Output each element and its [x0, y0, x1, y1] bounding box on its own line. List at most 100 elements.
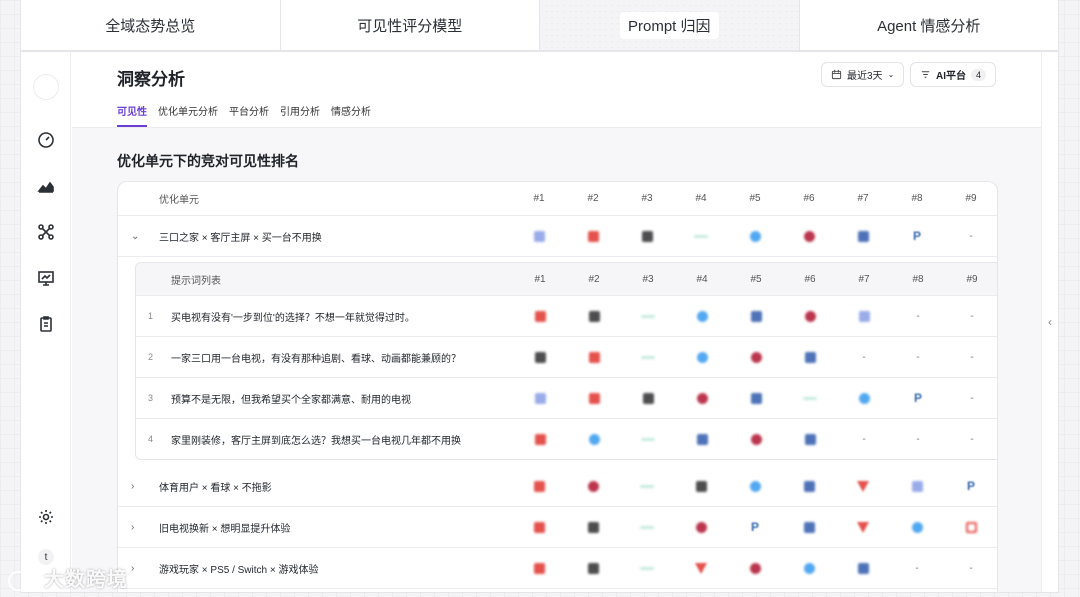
rank-cell: -: [903, 296, 933, 336]
empty-rank: -: [916, 433, 920, 445]
rank-cell: [686, 548, 716, 588]
rank-cell: [741, 296, 771, 336]
subtab-citation[interactable]: 引用分析: [280, 103, 320, 127]
rank-cell: [794, 548, 824, 588]
watermark-text: 大数跨境: [44, 569, 128, 591]
top-tab-prompt-attribution[interactable]: Prompt 归因: [540, 0, 800, 50]
rank-cell: [740, 466, 770, 506]
opt-unit-row[interactable]: › 游戏玩家 × PS5 / Switch × 游戏体验 - -: [118, 548, 997, 589]
rank-cell: -: [849, 419, 879, 459]
brand-navy-icon: [750, 310, 762, 322]
empty-rank: -: [970, 433, 974, 445]
brand-red-icon: [533, 562, 545, 574]
chevron-left-icon: ‹: [1048, 315, 1052, 329]
prompt-subtable: 提示词列表 #1 #2 #3 #4 #5 #6 #7 #8 #9 1 买电视有没有'一步到位'的选择？…: [135, 262, 997, 460]
rank-cell: #6: [804, 273, 816, 285]
top-tab-label: 可见性评分模型: [357, 17, 463, 35]
opt-unit-label: 三口之家 × 客厅主屏 × 买一台不用换: [159, 232, 322, 244]
logo[interactable]: [33, 74, 59, 100]
network-icon[interactable]: [36, 222, 56, 242]
top-tab-label: Prompt 归因: [619, 11, 719, 39]
brand-lavender-icon: [911, 480, 923, 492]
rank-cell: [579, 419, 609, 459]
brand-blue-icon: [696, 310, 708, 322]
gauge-icon[interactable]: [36, 130, 56, 150]
rank-cell: [794, 466, 824, 506]
brand-dark-icon: [587, 521, 599, 533]
rank-cell: #4: [695, 193, 707, 204]
chevron-right-icon[interactable]: ›: [131, 507, 134, 547]
rank-cell: [524, 507, 554, 547]
chevron-right-icon[interactable]: ›: [131, 466, 134, 506]
brand-red-outline-icon: [965, 521, 977, 533]
rank-cell: [579, 296, 609, 336]
rank-cell: -: [957, 378, 987, 418]
rank-cell: #9: [965, 193, 977, 204]
rank-cell: [686, 507, 716, 547]
rank-cell: [794, 507, 824, 547]
prompt-row[interactable]: 2 一家三口用一台电视，有没有那种追剧、看球、动画都能兼顾的？ - - -: [136, 337, 997, 378]
rank-cell: -: [903, 419, 933, 459]
prompt-row[interactable]: 1 买电视有没有'一步到位'的选择？不想一年就觉得过时。 - -: [136, 296, 997, 337]
prompt-row[interactable]: 4 家里刚装修，客厅主屏到底怎么选？我想买一台电视几年都不用换 - - -: [136, 419, 997, 459]
chevron-right-icon[interactable]: ›: [131, 548, 134, 588]
clipboard-icon[interactable]: [36, 314, 56, 334]
brand-navy-icon: [803, 480, 815, 492]
prompt-row[interactable]: 3 预算不是无限，但我希望买个全家都满意、耐用的电视 P -: [136, 378, 997, 419]
collapse-panel-button[interactable]: ‹: [1041, 52, 1058, 592]
brand-blue-icon: [588, 433, 600, 445]
brand-red-icon: [587, 230, 599, 242]
empty-rank: -: [969, 230, 973, 242]
chart-area-icon[interactable]: [36, 176, 56, 196]
date-range-select[interactable]: 最近3天 ⌄: [821, 62, 905, 87]
subtable-header: 提示词列表 #1 #2 #3 #4 #5 #6 #7 #8 #9: [136, 263, 997, 296]
subtab-platform[interactable]: 平台分析: [229, 103, 269, 127]
opt-unit-label: 旧电视换新 × 想明显提升体验: [159, 523, 291, 535]
top-tab-visibility-model[interactable]: 可见性评分模型: [281, 0, 540, 50]
rank-cell: [632, 466, 662, 506]
rank-cell: [578, 216, 608, 256]
rank-cell: [525, 419, 555, 459]
settings-icon[interactable]: [36, 507, 56, 527]
section-title: 优化单元下的竞对可见性排名: [117, 153, 299, 169]
opt-unit-row[interactable]: › 体育用户 × 看球 × 不拖影 P: [118, 466, 997, 507]
rank-cell: #7: [858, 273, 870, 285]
top-tab-overview[interactable]: 全域态势总览: [21, 0, 281, 50]
rank-cell: #5: [750, 273, 762, 285]
rank-cell: [633, 296, 663, 336]
subtab-sentiment[interactable]: 情感分析: [331, 103, 371, 127]
opt-unit-row[interactable]: ⌄ 三口之家 × 客厅主屏 × 买一台不用换 P -: [118, 216, 997, 257]
subtab-opt-unit[interactable]: 优化单元分析: [158, 103, 218, 127]
main-content: 洞察分析 可见性 优化单元分析 平台分析 引用分析 情感分析 最近3天 ⌄ AI…: [72, 52, 1041, 592]
brand-mint-icon: [640, 566, 654, 570]
presentation-icon[interactable]: [36, 268, 56, 288]
rank-cell: #2: [587, 193, 599, 204]
chevron-down-icon: ⌄: [887, 70, 895, 79]
brand-navy-icon: [857, 562, 869, 574]
opt-unit-row[interactable]: › 旧电视换新 × 想明显提升体验 P: [118, 507, 997, 548]
chevron-down-icon[interactable]: ⌄: [131, 216, 139, 256]
watermark-logo: 大数跨境: [8, 563, 128, 592]
brand-navy-icon: [804, 433, 816, 445]
calendar-icon: [831, 69, 842, 80]
rank-cell: [633, 337, 663, 377]
rank-cell: [687, 296, 717, 336]
brand-red-icon: [534, 310, 546, 322]
brand-dark-icon: [588, 310, 600, 322]
top-tab-agent-sentiment[interactable]: Agent 情感分析: [800, 0, 1059, 50]
brand-p-icon: P: [966, 479, 975, 493]
rank-cell: #3: [642, 273, 654, 285]
platform-filter[interactable]: AI平台 4: [910, 62, 997, 87]
brand-blue-icon: [696, 351, 708, 363]
subtab-visibility[interactable]: 可见性: [117, 103, 147, 127]
rank-cell: #1: [534, 273, 546, 285]
rank-cell: #9: [966, 273, 978, 285]
opt-unit-label: 体育用户 × 看球 × 不拖影: [159, 482, 272, 494]
rank-cell: [849, 296, 879, 336]
ranking-table: 优化单元 #1 #2 #3 #4 #5 #6 #7 #8 #9 ⌄ 三口之家 × 客厅主屏 × 买一台…: [117, 181, 998, 592]
opt-unit-label: 游戏玩家 × PS5 / Switch × 游戏体验: [159, 564, 319, 576]
rank-cell: -: [956, 216, 986, 256]
rank-cell: [687, 337, 717, 377]
rank-cell: [524, 216, 554, 256]
brand-p-icon: P: [913, 391, 922, 405]
